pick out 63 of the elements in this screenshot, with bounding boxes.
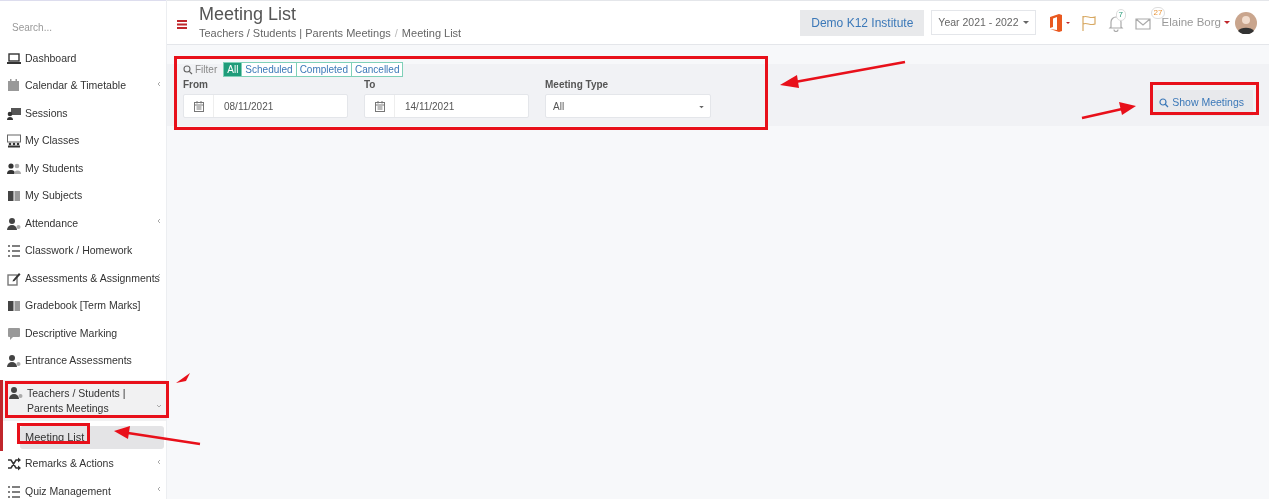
page-title: Meeting List (199, 3, 298, 26)
caret-icon (1224, 20, 1230, 25)
message-count: 27 (1150, 6, 1166, 19)
arrow (176, 373, 190, 383)
menu-icon[interactable] (177, 20, 187, 29)
date-value: 14/11/2021 (404, 99, 456, 114)
filter-label: Filter (195, 63, 218, 77)
nav-item[interactable]: Teachers / Students | Parents Meetings (0, 380, 166, 421)
nav-item[interactable]: Gradebook [Term Marks] (0, 292, 166, 320)
list-icon (7, 244, 21, 259)
status-tab[interactable]: Completed (295, 62, 352, 77)
breadcrumb-link[interactable]: Teachers / Students | Parents Meetings (199, 25, 391, 42)
meeting-type-dropdown[interactable]: All (545, 94, 711, 118)
book-icon (7, 299, 21, 314)
date-value: 08/11/2021 (223, 99, 275, 114)
shuffle-icon (7, 457, 21, 472)
search-icon (1159, 97, 1170, 108)
avatar[interactable] (1235, 11, 1257, 34)
nav-item[interactable]: Classwork / Homework (0, 237, 166, 265)
nav-item[interactable]: Remarks & Actions (0, 450, 166, 478)
calendar-icon[interactable] (193, 100, 204, 112)
calendar-icon[interactable] (374, 100, 385, 112)
caret-icon (1022, 20, 1029, 25)
nav-item[interactable]: Entrance Assessments (0, 347, 166, 375)
breadcrumb-link[interactable]: Meeting List (401, 25, 462, 42)
list-icon (7, 484, 21, 499)
date-field[interactable]: 08/11/2021 (183, 94, 348, 118)
user-icon (7, 354, 21, 369)
search-field[interactable]: Search... (12, 22, 154, 33)
institute-badge[interactable]: Demo K12 Institute (800, 9, 925, 36)
arrow (1081, 102, 1136, 120)
field-label: To (364, 78, 377, 92)
calendar-icon (7, 79, 21, 94)
caret-icon (699, 106, 704, 109)
year-dropdown[interactable]: Year 2021 - 2022 (931, 9, 1036, 36)
status-tab[interactable]: Cancelled (351, 62, 404, 77)
nav-item[interactable]: Dashboard (0, 45, 166, 73)
nav-item[interactable]: Sessions (0, 100, 166, 128)
class-icon (7, 134, 21, 149)
search-icon (183, 64, 193, 75)
user-icon (7, 216, 21, 231)
office-icon[interactable] (1047, 13, 1072, 32)
nav-item[interactable]: Quiz Management (0, 478, 166, 499)
edit-icon (7, 271, 21, 286)
nav-item[interactable]: Calendar & Timetable (0, 72, 166, 100)
breadcrumb-separator: / (394, 26, 398, 42)
nav-item[interactable]: Attendance (0, 210, 166, 238)
laptop-icon (7, 51, 21, 66)
nav-item[interactable]: My Subjects (0, 182, 166, 210)
user-icon (9, 386, 23, 400)
nav-item[interactable]: Descriptive Marking (0, 320, 166, 348)
field-label: From (183, 78, 209, 92)
board-icon (7, 106, 21, 121)
notification-count: 7 (1115, 8, 1126, 21)
date-field[interactable]: 14/11/2021 (364, 94, 529, 118)
users-icon (7, 161, 21, 176)
nav-item[interactable]: My Classes (0, 127, 166, 155)
field-label: Meeting Type (545, 78, 610, 92)
comment-icon (7, 326, 21, 341)
status-tab[interactable]: Scheduled (241, 62, 297, 77)
nav-item[interactable]: Assessments & Assignments (0, 265, 166, 293)
nav-item[interactable]: My Students (0, 155, 166, 183)
book-icon (7, 189, 21, 204)
